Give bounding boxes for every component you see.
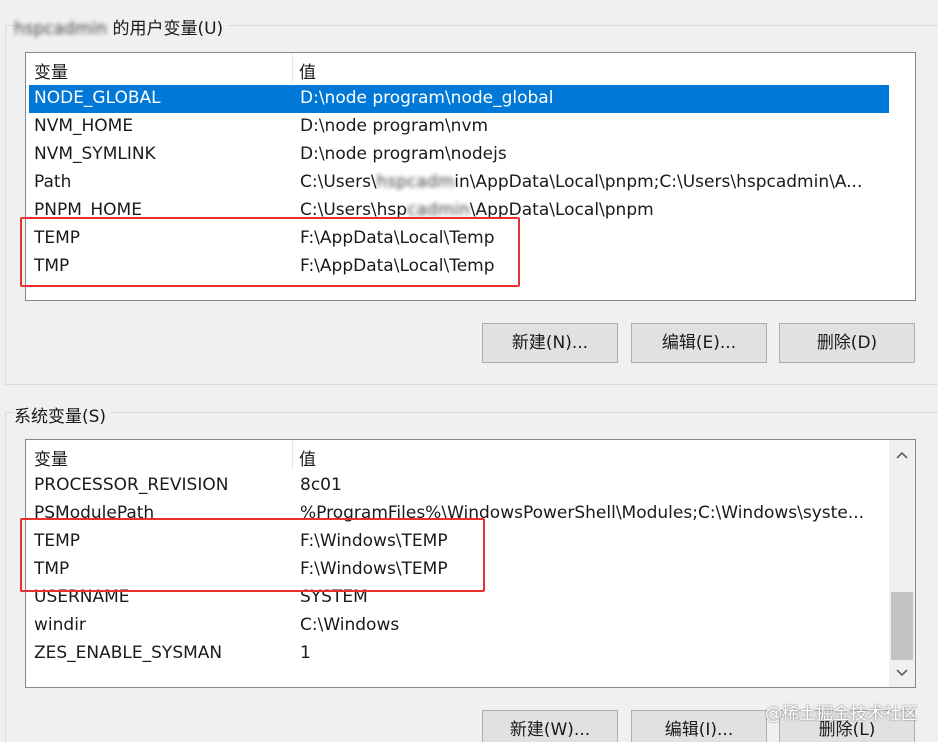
- column-header-value[interactable]: 值: [299, 445, 316, 470]
- column-separator[interactable]: [292, 53, 293, 83]
- user-variables-title: hspcadmin 的用户变量(U): [14, 14, 228, 39]
- table-row[interactable]: NODE_GLOBAL D:\node program\node_global: [29, 85, 889, 113]
- table-row[interactable]: ZES_ENABLE_SYSMAN 1: [29, 640, 889, 668]
- list-header: 变量 值: [26, 440, 889, 471]
- blurred-username: hspcadmin: [14, 19, 108, 39]
- system-edit-button[interactable]: 编辑(I)...: [631, 710, 767, 742]
- scroll-thumb[interactable]: [891, 592, 913, 660]
- column-header-value[interactable]: 值: [299, 58, 316, 83]
- blurred-username: hspcadm: [376, 172, 455, 192]
- watermark: @稀土掘金技术社区: [765, 704, 918, 724]
- user-edit-button[interactable]: 编辑(E)...: [631, 323, 767, 363]
- table-row[interactable]: Path C:\Users\hspcadmin\AppData\Local\pn…: [29, 169, 889, 197]
- highlight-box-user-temp: [20, 217, 520, 287]
- chevron-down-icon[interactable]: [889, 662, 915, 686]
- system-new-button[interactable]: 新建(W)...: [482, 710, 618, 742]
- column-header-name[interactable]: 变量: [34, 445, 68, 470]
- table-row[interactable]: PROCESSOR_REVISION 8c01: [29, 472, 889, 500]
- list-header: 变量 值: [26, 53, 889, 84]
- column-separator[interactable]: [292, 440, 293, 470]
- table-row[interactable]: NVM_SYMLINK D:\node program\nodejs: [29, 141, 889, 169]
- column-header-name[interactable]: 变量: [34, 58, 68, 83]
- chevron-up-icon[interactable]: [889, 444, 915, 468]
- user-new-button[interactable]: 新建(N)...: [482, 323, 618, 363]
- system-variables-title: 系统变量(S): [14, 402, 111, 427]
- user-delete-button[interactable]: 删除(D): [779, 323, 915, 363]
- table-row[interactable]: windir C:\Windows: [29, 612, 889, 640]
- vertical-scrollbar[interactable]: [889, 440, 915, 687]
- table-row[interactable]: NVM_HOME D:\node program\nvm: [29, 113, 889, 141]
- highlight-box-system-temp: [20, 518, 485, 592]
